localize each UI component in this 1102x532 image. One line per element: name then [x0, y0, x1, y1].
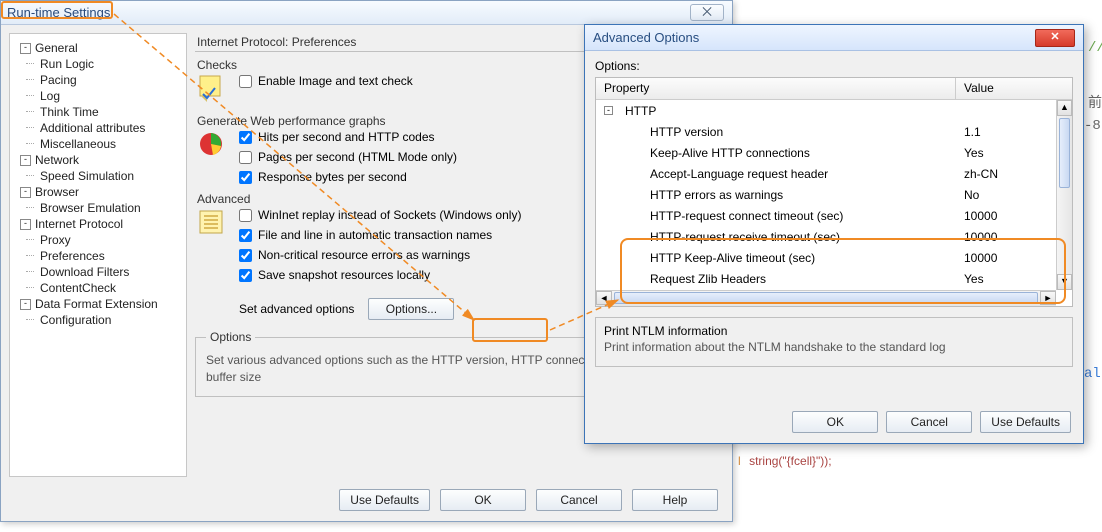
ntlm-desc: Print information about the NTLM handsha…	[604, 340, 1064, 354]
tree-content-check[interactable]: ContentCheck	[20, 280, 184, 296]
adv-close-button[interactable]: ✕	[1035, 29, 1075, 47]
tree-browser-emu[interactable]: Browser Emulation	[20, 200, 184, 216]
checks-icon	[195, 74, 227, 106]
pie-chart-icon	[195, 130, 227, 162]
chk-hits[interactable]: Hits per second and HTTP codes	[239, 130, 457, 144]
prop-keepalive-timeout[interactable]: HTTP Keep-Alive timeout (sec)	[596, 251, 956, 265]
tree-log[interactable]: Log	[20, 88, 184, 104]
col-value[interactable]: Value	[956, 78, 1072, 99]
scroll-up-icon[interactable]: ▲	[1057, 100, 1072, 116]
chk-file-line[interactable]: File and line in automatic transaction n…	[239, 228, 521, 242]
group-http[interactable]: HTTP	[625, 104, 656, 118]
adv-use-defaults-button[interactable]: Use Defaults	[980, 411, 1071, 433]
set-adv-label: Set advanced options	[239, 302, 354, 316]
advanced-options-dialog: Advanced Options ✕ Options: Property Val…	[584, 24, 1084, 444]
property-table[interactable]: Property Value - HTTP HTTP version1.1 Kee…	[595, 77, 1073, 307]
tree-configuration[interactable]: Configuration	[20, 312, 184, 328]
window-title: Run-time Settings	[7, 5, 110, 20]
ok-button[interactable]: OK	[440, 489, 526, 511]
chk-enable-image[interactable]: Enable Image and text check	[239, 74, 413, 88]
tree-preferences[interactable]: Preferences	[20, 248, 184, 264]
prop-http-version[interactable]: HTTP version	[596, 125, 956, 139]
adv-title: Advanced Options	[593, 30, 699, 45]
val-receive-timeout[interactable]: 10000	[956, 230, 1056, 244]
tree-download-filters[interactable]: Download Filters	[20, 264, 184, 280]
hscroll-thumb[interactable]	[614, 292, 1038, 304]
tree-general[interactable]: General	[20, 40, 184, 56]
use-defaults-button[interactable]: Use Defaults	[339, 489, 430, 511]
scroll-right-icon[interactable]: ►	[1040, 291, 1056, 305]
tree-browser[interactable]: Browser	[20, 184, 184, 200]
chk-snapshot[interactable]: Save snapshot resources locally	[239, 268, 521, 282]
collapse-icon[interactable]: -	[604, 106, 613, 115]
titlebar[interactable]: Run-time Settings ⨉	[1, 1, 732, 25]
bg-code-3: -8.	[1084, 118, 1102, 134]
list-icon	[195, 208, 227, 240]
ntlm-title: Print NTLM information	[604, 324, 1064, 338]
prop-keep-alive[interactable]: Keep-Alive HTTP connections	[596, 146, 956, 160]
prop-accept-lang[interactable]: Accept-Language request header	[596, 167, 956, 181]
val-keepalive-timeout[interactable]: 10000	[956, 251, 1056, 265]
bg-code-5: l string("{fcell}"));	[738, 454, 832, 470]
options-button[interactable]: Options...	[368, 298, 454, 320]
help-button[interactable]: Help	[632, 489, 718, 511]
col-property[interactable]: Property	[596, 78, 956, 99]
val-keep-alive[interactable]: Yes	[956, 146, 1056, 160]
scroll-thumb[interactable]	[1059, 118, 1070, 188]
cancel-button[interactable]: Cancel	[536, 489, 622, 511]
adv-titlebar[interactable]: Advanced Options ✕	[585, 25, 1083, 51]
tree-pacing[interactable]: Pacing	[20, 72, 184, 88]
prop-receive-timeout[interactable]: HTTP-request receive timeout (sec)	[596, 230, 956, 244]
bg-code-1: //	[1088, 40, 1102, 56]
prop-http-errors[interactable]: HTTP errors as warnings	[596, 188, 956, 202]
close-button[interactable]: ⨉	[690, 4, 724, 21]
val-http-errors[interactable]: No	[956, 188, 1056, 202]
tree-think-time[interactable]: Think Time	[20, 104, 184, 120]
val-zlib[interactable]: Yes	[956, 272, 1056, 286]
chk-resp[interactable]: Response bytes per second	[239, 170, 457, 184]
bg-code-2: 前	[1088, 92, 1102, 112]
vertical-scrollbar[interactable]: ▲ ▼	[1056, 100, 1072, 290]
options-fs-legend: Options	[206, 330, 255, 344]
val-connect-timeout[interactable]: 10000	[956, 209, 1056, 223]
chk-pages[interactable]: Pages per second (HTML Mode only)	[239, 150, 457, 164]
scroll-down-icon[interactable]: ▼	[1057, 274, 1072, 290]
chk-noncrit[interactable]: Non-critical resource errors as warnings	[239, 248, 521, 262]
adv-ok-button[interactable]: OK	[792, 411, 878, 433]
prop-connect-timeout[interactable]: HTTP-request connect timeout (sec)	[596, 209, 956, 223]
tree-run-logic[interactable]: Run Logic	[20, 56, 184, 72]
bg-code-4: alu	[1084, 366, 1102, 382]
val-accept-lang[interactable]: zh-CN	[956, 167, 1056, 181]
tree-misc[interactable]: Miscellaneous	[20, 136, 184, 152]
prop-zlib[interactable]: Request Zlib Headers	[596, 272, 956, 286]
tree-network[interactable]: Network	[20, 152, 184, 168]
tree-data-format[interactable]: Data Format Extension	[20, 296, 184, 312]
tree-internet[interactable]: Internet Protocol	[20, 216, 184, 232]
settings-tree[interactable]: General Run Logic Pacing Log Think Time …	[9, 33, 187, 477]
chk-wininet[interactable]: WinInet replay instead of Sockets (Windo…	[239, 208, 521, 222]
tree-speed-sim[interactable]: Speed Simulation	[20, 168, 184, 184]
scroll-left-icon[interactable]: ◄	[596, 291, 612, 305]
val-http-version[interactable]: 1.1	[956, 125, 1056, 139]
ntlm-info-box: Print NTLM information Print information…	[595, 317, 1073, 367]
horizontal-scrollbar[interactable]: ◄ ►	[596, 290, 1056, 306]
tree-proxy[interactable]: Proxy	[20, 232, 184, 248]
tree-additional-attr[interactable]: Additional attributes	[20, 120, 184, 136]
adv-options-label: Options:	[595, 59, 1073, 73]
adv-cancel-button[interactable]: Cancel	[886, 411, 972, 433]
